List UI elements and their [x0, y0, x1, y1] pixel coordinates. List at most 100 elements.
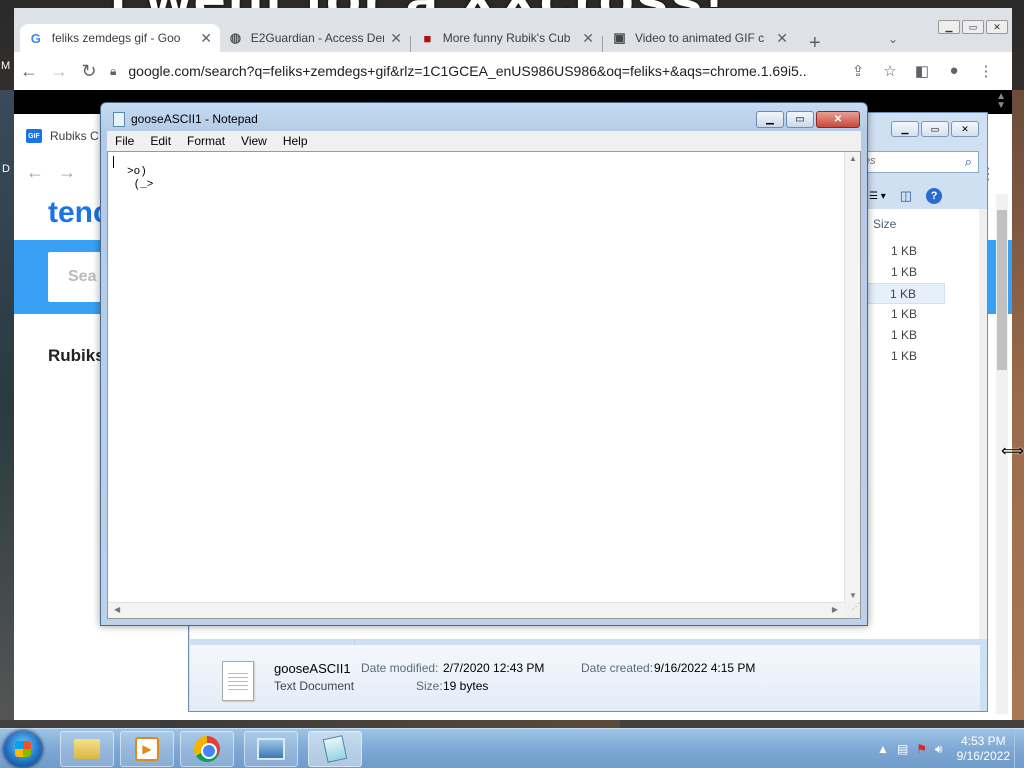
menu-dots-icon[interactable]: ⋮	[970, 62, 1002, 80]
date-created-label: Date created:	[581, 661, 654, 675]
show-desktop-button[interactable]	[1014, 729, 1024, 768]
tab-rubiks-cube[interactable]: ■ More funny Rubik's Cub ✕	[412, 24, 602, 52]
size-cell[interactable]: 1 KB	[865, 262, 945, 283]
tab-rubiks-gif[interactable]: GIF Rubiks C	[26, 122, 99, 150]
background-video-right	[1012, 90, 1024, 720]
page-heading: Rubiks	[48, 346, 105, 365]
tab-video-to-gif[interactable]: ▣ Video to animated GIF c ✕	[604, 24, 796, 52]
notepad-icon	[113, 112, 125, 127]
nav-arrows-icon[interactable]: ←→	[26, 162, 90, 183]
size-cell[interactable]: 1 KB	[865, 346, 945, 367]
scrollbar-thumb[interactable]	[997, 210, 1007, 370]
size-cell[interactable]: 1 KB	[865, 304, 945, 325]
view-dropdown-icon[interactable]: ☰ ▾	[869, 191, 886, 202]
size-cell[interactable]: 1 KB	[865, 241, 945, 262]
file-name: gooseASCII1	[274, 661, 351, 676]
minimize-button[interactable]: ▁	[938, 20, 960, 34]
size-label: Size:	[416, 679, 443, 693]
menu-edit[interactable]: Edit	[142, 134, 179, 148]
taskbar-picture-viewer[interactable]	[244, 731, 298, 767]
editor-text[interactable]: >o) (_>	[112, 154, 838, 594]
film-icon: ▣	[613, 30, 626, 45]
size-cell[interactable]: 1 KB	[865, 283, 945, 304]
vertical-scrollbar[interactable]: ▲ ▼	[844, 152, 860, 602]
close-icon[interactable]: ✕	[390, 30, 402, 47]
maximize-button[interactable]: ▭	[921, 121, 949, 137]
network-icon[interactable]: ▤	[897, 742, 908, 756]
close-icon[interactable]: ✕	[200, 30, 212, 47]
close-icon[interactable]: ✕	[582, 30, 594, 47]
profile-avatar-icon[interactable]: ●	[938, 62, 970, 80]
tab-label: Rubiks C	[50, 129, 99, 143]
close-button[interactable]: ✕	[816, 111, 860, 128]
back-arrow-icon[interactable]: ←	[14, 61, 44, 82]
address-bar[interactable]: 🔒︎ google.com/search?q=feliks+zemdegs+gi…	[110, 63, 830, 79]
size-cell[interactable]: 1 KB	[865, 325, 945, 346]
tab-strip: G feliks zemdegs gif - Goo ✕ ◍ E2Guardia…	[14, 16, 1012, 54]
menu-file[interactable]: File	[107, 134, 142, 148]
volume-icon[interactable]: 🔊︎	[935, 742, 943, 757]
scrollbar-track[interactable]	[979, 209, 987, 639]
close-button[interactable]: ✕	[986, 20, 1008, 34]
tab-separator	[410, 36, 411, 52]
google-icon: G	[30, 30, 41, 46]
search-icon[interactable]: ⌕	[965, 154, 972, 170]
resize-grip-icon[interactable]: ⋰	[844, 602, 860, 618]
taskbar-explorer[interactable]	[60, 731, 114, 767]
taskbar-chrome[interactable]	[180, 731, 234, 767]
scroll-up-icon[interactable]: ▲	[849, 154, 857, 163]
maximize-button[interactable]: ▭	[962, 20, 984, 34]
tab-label: More funny Rubik's Cub	[442, 31, 571, 45]
explorer-search-input[interactable]: es ⌕	[859, 151, 979, 173]
tab-separator	[602, 36, 603, 52]
lock-icon: 🔒︎	[110, 63, 117, 78]
taskbar-notepad[interactable]	[308, 731, 362, 767]
notepad-window: gooseASCII1 - Notepad ▁ ▭ ✕ File Edit Fo…	[100, 102, 868, 626]
close-button[interactable]: ✕	[951, 121, 979, 137]
side-panel-icon[interactable]: ◧	[906, 62, 938, 80]
globe-icon: ◍	[229, 30, 242, 45]
minimize-button[interactable]: ▁	[756, 111, 784, 128]
scroll-down-icon[interactable]: ▼	[849, 591, 857, 600]
tab-e2guardian[interactable]: ◍ E2Guardian - Access Den ✕	[220, 24, 410, 52]
date-modified-value: 2/7/2020 12:43 PM	[443, 661, 545, 675]
toolbar-actions: ⇪ ☆ ◧ ● ⋮	[842, 62, 1002, 80]
clock-time: 4:53 PM	[960, 734, 1006, 748]
preview-pane-icon[interactable]: ◫	[900, 188, 912, 204]
maximize-button[interactable]: ▭	[786, 111, 814, 128]
browser-toolbar: ← → ↻ 🔒︎ google.com/search?q=feliks+zemd…	[14, 52, 1012, 90]
menu-format[interactable]: Format	[179, 134, 233, 148]
scroll-right-icon[interactable]: ▶	[832, 605, 838, 614]
file-type: Text Document	[274, 679, 355, 693]
taskbar-media-player[interactable]: ▶	[120, 731, 174, 767]
tab-label: Video to animated GIF c	[634, 31, 765, 45]
chrome-window: G feliks zemdegs gif - Goo ✕ ◍ E2Guardia…	[14, 8, 1012, 90]
menu-view[interactable]: View	[233, 134, 275, 148]
close-icon[interactable]: ✕	[776, 30, 788, 47]
menu-help[interactable]: Help	[275, 134, 316, 148]
tab-search-chevron-icon[interactable]: ⌄	[888, 32, 898, 46]
bookmark-star-icon[interactable]: ☆	[874, 62, 906, 80]
forward-arrow-icon[interactable]: →	[44, 61, 74, 82]
tab-google-search[interactable]: G feliks zemdegs gif - Goo ✕	[20, 24, 220, 52]
share-icon[interactable]: ⇪	[842, 62, 874, 80]
window-title: gooseASCII1 - Notepad	[131, 112, 258, 126]
column-header-size[interactable]: Size	[873, 217, 896, 231]
date-created-value: 9/16/2022 4:15 PM	[654, 661, 756, 675]
date-modified-label: Date modified:	[361, 661, 439, 675]
window-controls: ▁ ▭ ✕	[889, 121, 979, 137]
gif-icon: GIF	[26, 129, 42, 143]
start-button[interactable]	[4, 731, 42, 767]
minimize-button[interactable]: ▁	[891, 121, 919, 137]
folder-icon	[74, 739, 100, 759]
horizontal-scrollbar[interactable]: ◀ ▶	[108, 602, 844, 618]
window-controls: ▁ ▭ ✕	[754, 111, 860, 128]
resize-cursor-icon: ⟺	[1001, 443, 1024, 460]
scroll-left-icon[interactable]: ◀	[114, 605, 120, 614]
help-icon[interactable]: ?	[926, 188, 943, 204]
action-center-icon[interactable]: ⚑	[916, 742, 927, 756]
reload-icon[interactable]: ↻	[74, 61, 104, 82]
show-hidden-icons-icon[interactable]: ▲	[877, 742, 889, 756]
taskbar: ▶ ▲ ▤ ⚑ 🔊︎ 4:53 PM 9/16/2022	[0, 728, 1024, 768]
clock[interactable]: 4:53 PM 9/16/2022	[957, 734, 1010, 764]
